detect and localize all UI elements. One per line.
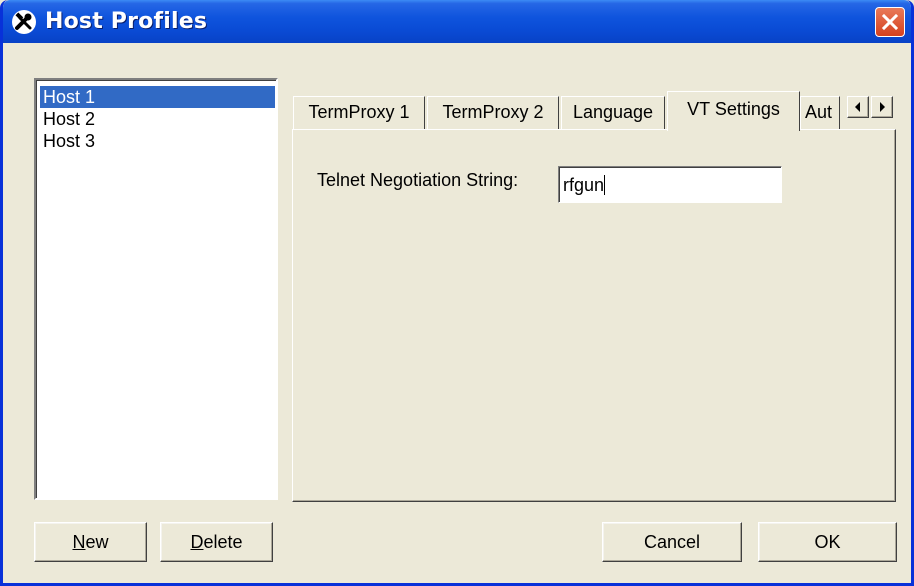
tab-scroll-right-button[interactable] bbox=[871, 96, 893, 118]
telnet-negotiation-value: rfgun bbox=[563, 175, 605, 195]
close-icon bbox=[881, 13, 899, 31]
host-list[interactable]: Host 1 Host 2 Host 3 bbox=[34, 78, 278, 500]
tab-aut[interactable]: Aut bbox=[800, 96, 840, 130]
delete-button[interactable]: Delete bbox=[160, 522, 273, 562]
host-profiles-window: Host Profiles Host 1 Host 2 Host 3 TermP… bbox=[0, 0, 914, 586]
ok-button[interactable]: OK bbox=[758, 522, 897, 562]
window-title: Host Profiles bbox=[45, 9, 208, 34]
new-mnemonic: N bbox=[72, 532, 86, 552]
tools-icon bbox=[12, 10, 36, 34]
list-item-host-3[interactable]: Host 3 bbox=[40, 130, 275, 152]
tab-language[interactable]: Language bbox=[561, 96, 665, 130]
arrow-left-icon bbox=[855, 102, 860, 112]
new-button[interactable]: New bbox=[34, 522, 147, 562]
tab-vt-settings[interactable]: VT Settings bbox=[667, 91, 800, 131]
tab-scroll-left-button[interactable] bbox=[847, 96, 869, 118]
arrow-right-icon bbox=[880, 102, 885, 112]
cancel-button[interactable]: Cancel bbox=[602, 522, 742, 562]
tab-termproxy-1[interactable]: TermProxy 1 bbox=[293, 96, 425, 130]
text-caret bbox=[604, 175, 606, 195]
list-item-host-1[interactable]: Host 1 bbox=[40, 86, 275, 108]
delete-mnemonic: D bbox=[190, 532, 204, 552]
list-item-host-2[interactable]: Host 2 bbox=[40, 108, 275, 130]
telnet-negotiation-input[interactable]: rfgun bbox=[558, 166, 782, 203]
telnet-negotiation-label: Telnet Negotiation String: bbox=[317, 170, 519, 190]
title-bar[interactable]: Host Profiles bbox=[3, 0, 911, 43]
new-label-rest: ew bbox=[85, 532, 109, 552]
close-button[interactable] bbox=[875, 7, 905, 37]
tab-termproxy-2[interactable]: TermProxy 2 bbox=[427, 96, 559, 130]
delete-label-rest: elete bbox=[203, 532, 243, 552]
